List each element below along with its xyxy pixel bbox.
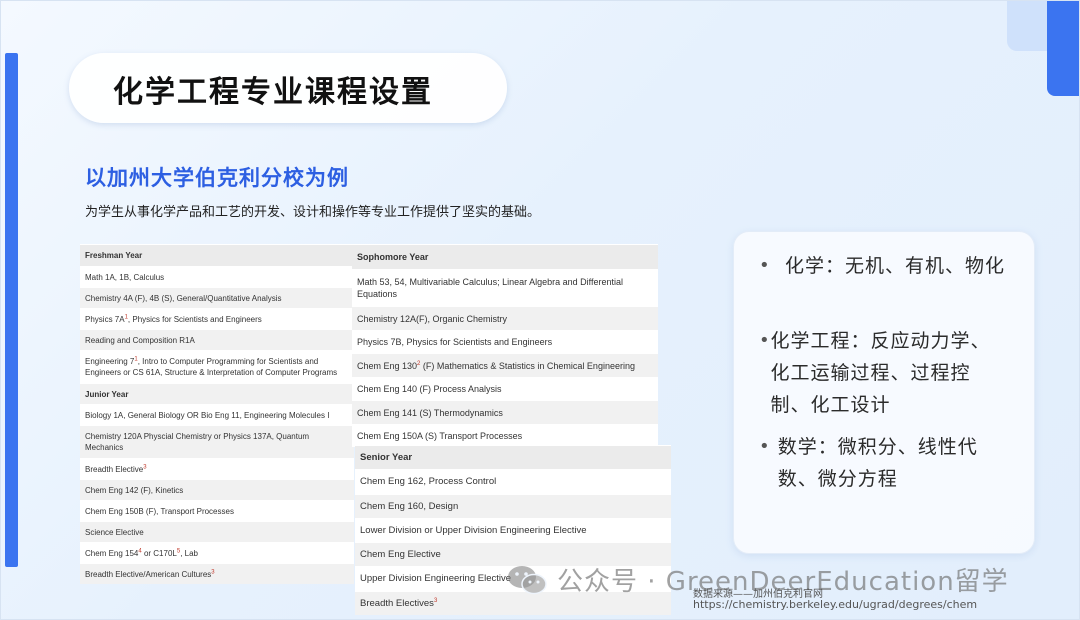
senior-header: Senior Year bbox=[355, 445, 671, 469]
table-row: Breadth Elective/American Cultures3 bbox=[80, 563, 354, 584]
table-row: Chemistry 120A Physcial Chemistry or Phy… bbox=[80, 425, 354, 458]
corner-decoration bbox=[1047, 1, 1079, 96]
table-row: Chemistry 4A (F), 4B (S), General/Quanti… bbox=[80, 287, 354, 308]
table-row: Chem Eng 141 (S) Thermodynamics bbox=[352, 400, 658, 424]
table-row: Physics 7B, Physics for Scientists and E… bbox=[352, 330, 658, 353]
table-row: Chem Eng 150B (F), Transport Processes bbox=[80, 500, 354, 521]
description: 为学生从事化学产品和工艺的开发、设计和操作等专业工作提供了坚实的基础。 bbox=[85, 205, 541, 220]
table-row: Chemistry 12A(F), Organic Chemistry bbox=[352, 306, 658, 330]
bullet-item: • 化学：无机、有机、物化 bbox=[759, 250, 1009, 282]
bullet-item: • 数学：微积分、线性代数、微分方程 bbox=[759, 431, 1009, 495]
bullet-item: • 化学工程：反应动力学、化工运输过程、过程控制、化工设计 bbox=[759, 325, 1009, 421]
bullet-icon: • bbox=[759, 255, 770, 276]
table-row: Math 53, 54, Multivariable Calculus; Lin… bbox=[352, 269, 658, 306]
table-row: Chem Eng 140 (F) Process Analysis bbox=[352, 377, 658, 400]
subtitle: 以加州大学伯克利分校为例 bbox=[85, 166, 349, 190]
table-row: Lower Division or Upper Division Enginee… bbox=[355, 518, 671, 542]
slide: 化学工程专业课程设置 以加州大学伯克利分校为例 为学生从事化学产品和工艺的开发、… bbox=[0, 0, 1080, 620]
table-row: Chem Eng 160, Design bbox=[355, 494, 671, 518]
freshman-header: Freshman Year bbox=[80, 244, 354, 266]
table-row: Reading and Composition R1A bbox=[80, 329, 354, 350]
junior-header: Junior Year bbox=[80, 383, 354, 404]
table-row: Breadth Elective3 bbox=[80, 458, 354, 479]
freshman-junior-table: Freshman Year Math 1A, 1B, Calculus Chem… bbox=[80, 244, 354, 584]
wechat-icon bbox=[505, 563, 549, 597]
table-row: Physics 7A1, Physics for Scientists and … bbox=[80, 308, 354, 329]
bullet-icon: • bbox=[759, 436, 770, 457]
bullet-icon: • bbox=[759, 330, 770, 351]
table-row: Chem Eng 1302 (F) Mathematics & Statisti… bbox=[352, 353, 658, 377]
source-url: https://chemistry.berkeley.edu/ugrad/deg… bbox=[693, 598, 978, 611]
table-row: Chem Eng 142 (F), Kinetics bbox=[80, 479, 354, 500]
table-row: Math 1A, 1B, Calculus bbox=[80, 266, 354, 287]
sophomore-table: Sophomore Year Math 53, 54, Multivariabl… bbox=[352, 244, 658, 447]
table-row: Chem Eng 1544 or C170L5, Lab bbox=[80, 542, 354, 563]
page-title: 化学工程专业课程设置 bbox=[113, 75, 433, 110]
table-row: Chem Eng 162, Process Control bbox=[355, 469, 671, 494]
left-accent-stripe bbox=[5, 53, 18, 567]
table-row: Science Elective bbox=[80, 521, 354, 542]
table-row: Chem Eng 150A (S) Transport Processes bbox=[352, 424, 658, 447]
table-row: Engineering 71, Intro to Computer Progra… bbox=[80, 350, 354, 383]
table-row: Biology 1A, General Biology OR Bio Eng 1… bbox=[80, 404, 354, 425]
sophomore-header: Sophomore Year bbox=[352, 244, 658, 269]
